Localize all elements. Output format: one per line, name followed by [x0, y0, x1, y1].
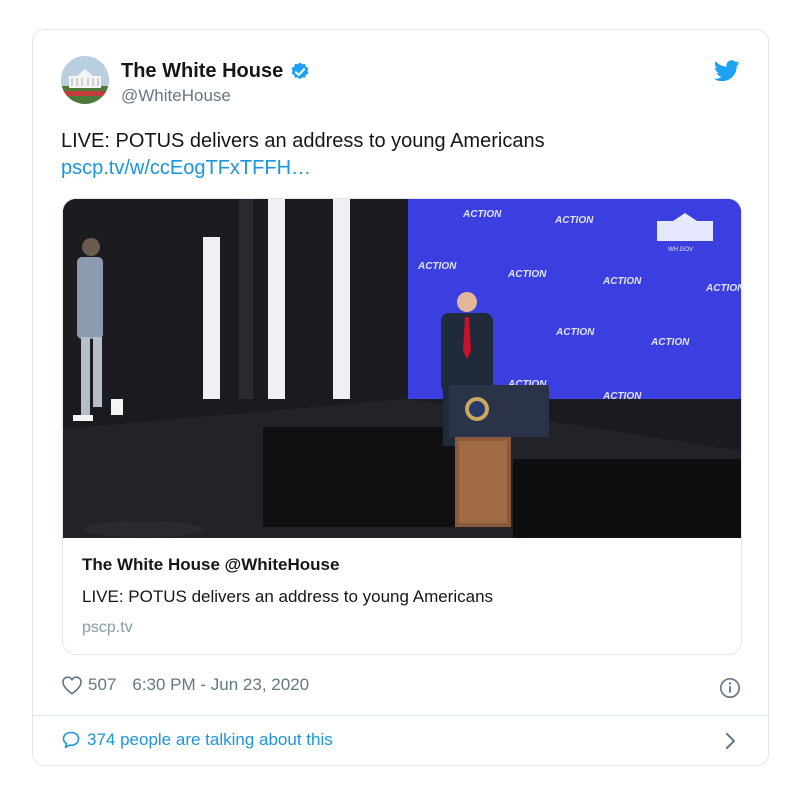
info-icon[interactable] [719, 677, 741, 699]
author-name[interactable]: The White House [121, 60, 283, 83]
tweet-text: LIVE: POTUS delivers an address to young… [61, 130, 545, 152]
backdrop-logo: ACTION [602, 276, 642, 287]
tweet-link[interactable]: pscp.tv/w/ccEogTFxTFFH… [61, 157, 311, 180]
backdrop-logo: ACTION [650, 337, 690, 348]
chevron-right-icon[interactable] [724, 732, 736, 750]
backdrop-logo: ACTION [705, 283, 741, 294]
backdrop-logo: ACTION [555, 327, 595, 338]
card-domain: pscp.tv [82, 619, 133, 636]
tweet-card: The White House @WhiteHouse LIVE: POTUS … [32, 29, 769, 766]
chat-bubble-icon [62, 731, 80, 749]
author-row: The White House [121, 60, 311, 83]
verified-badge-icon [291, 61, 309, 79]
card-title: The White House @WhiteHouse [82, 555, 340, 574]
twitter-bird-icon[interactable] [714, 60, 740, 82]
link-preview-card[interactable]: ACTION ACTION ACTION ACTION ACTION ACTIO… [62, 198, 742, 655]
avatar[interactable] [61, 56, 109, 104]
white-house-avatar-image [61, 56, 109, 104]
tweet-meta: 507 6:30 PM - Jun 23, 2020 [61, 675, 309, 695]
divider [33, 715, 768, 716]
backdrop-logo: ACTION [554, 215, 594, 226]
svg-text:WH.GOV: WH.GOV [668, 247, 693, 253]
timestamp[interactable]: 6:30 PM - Jun 23, 2020 [132, 675, 309, 695]
author-handle[interactable]: @WhiteHouse [121, 86, 231, 106]
heart-icon[interactable] [61, 675, 83, 695]
backdrop-logo: ACTION [462, 209, 502, 220]
video-thumbnail[interactable]: ACTION ACTION ACTION ACTION ACTION ACTIO… [63, 199, 741, 538]
talking-count-text[interactable]: 374 people are talking about this [87, 730, 333, 750]
conversation-link[interactable]: 374 people are talking about this [61, 730, 333, 750]
backdrop-logo: ACTION [417, 261, 457, 272]
backdrop-logo: ACTION [507, 269, 547, 280]
card-description: LIVE: POTUS delivers an address to young… [82, 587, 494, 606]
like-count[interactable]: 507 [88, 675, 116, 695]
